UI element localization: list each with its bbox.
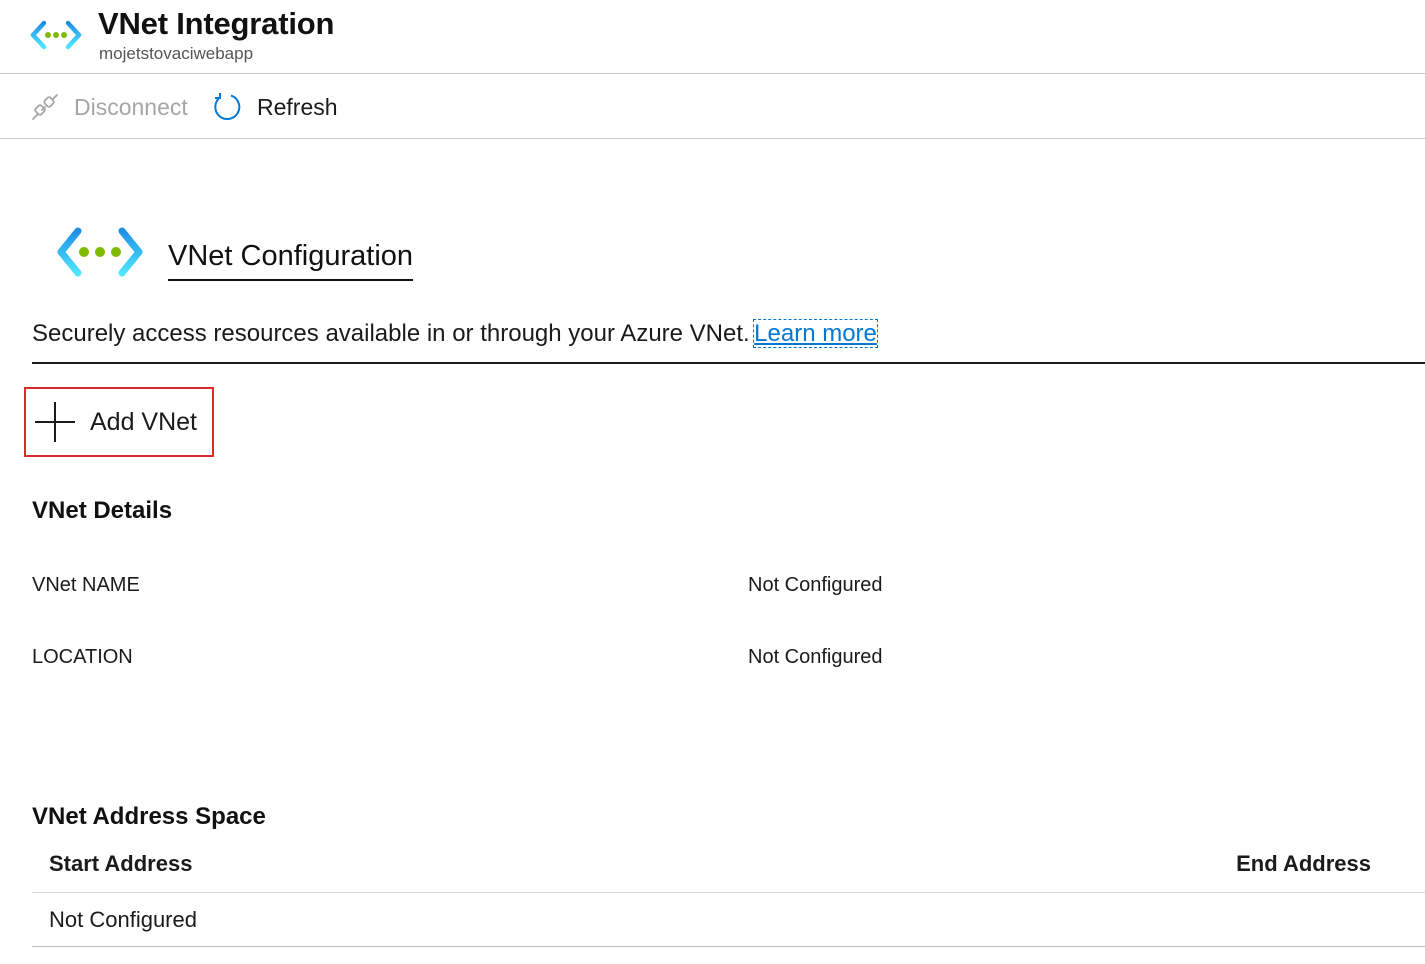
refresh-icon <box>214 93 241 120</box>
refresh-label: Refresh <box>257 93 338 120</box>
table-row: Not Configured <box>32 893 1425 947</box>
table-header: Start Address End Address <box>32 840 1425 893</box>
add-vnet-label: Add VNet <box>90 407 198 436</box>
disconnect-label: Disconnect <box>74 93 188 120</box>
disconnect-button[interactable]: Disconnect <box>30 75 188 139</box>
column-end-address: End Address <box>1236 851 1371 876</box>
start-address-cell: Not Configured <box>49 907 197 932</box>
refresh-button[interactable]: Refresh <box>211 75 338 139</box>
vnet-name-label: VNet NAME <box>32 574 140 596</box>
location-value: Not Configured <box>748 646 883 668</box>
vnet-config-icon <box>57 227 143 277</box>
blade-header: VNet Integration mojetstovaciwebapp <box>0 0 1425 74</box>
vnet-icon <box>30 20 82 50</box>
add-vnet-button[interactable]: Add VNet <box>24 387 214 457</box>
vnet-name-value: Not Configured <box>748 574 883 596</box>
description-text: Securely access resources available in o… <box>32 320 750 347</box>
vnet-details-heading: VNet Details <box>32 497 173 524</box>
tab-vnet-configuration[interactable]: VNet Configuration <box>168 240 414 281</box>
resource-name: mojetstovaciwebapp <box>99 44 254 63</box>
page-title: VNet Integration <box>98 6 335 41</box>
description: Securely access resources available in o… <box>32 319 1425 364</box>
page: VNet Integration mojetstovaciwebapp Disc… <box>0 0 1425 964</box>
plus-icon <box>35 402 75 442</box>
address-space-table: Start Address End Address Not Configured <box>32 840 1425 947</box>
location-label: LOCATION <box>32 646 133 668</box>
learn-more-link[interactable]: Learn more <box>753 319 878 348</box>
plug-disconnect-icon <box>32 94 58 120</box>
command-bar: Disconnect Refresh <box>0 75 1425 139</box>
vnet-address-space-heading: VNet Address Space <box>32 803 266 830</box>
column-start-address: Start Address <box>49 851 193 876</box>
